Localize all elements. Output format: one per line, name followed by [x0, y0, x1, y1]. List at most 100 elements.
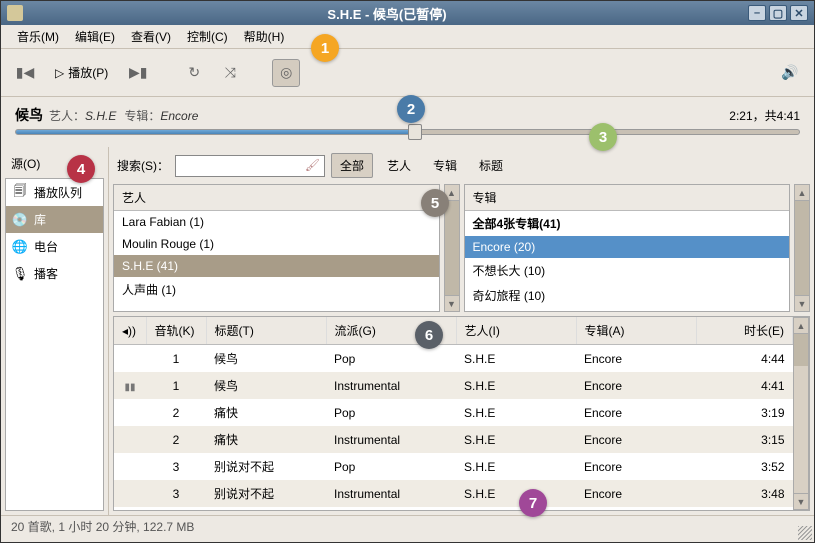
np-artist-label: 艺人：: [49, 107, 85, 124]
source-label: 库: [34, 211, 46, 228]
track-album: Encore: [576, 345, 696, 373]
track-title: 痛快: [206, 426, 326, 453]
source-icon: 🎙: [12, 266, 28, 282]
col-artist[interactable]: 艺人(I): [456, 317, 576, 345]
app-icon: [7, 5, 23, 21]
track-num: 1: [146, 372, 206, 399]
resize-grip[interactable]: [798, 526, 812, 540]
annotation-marker: 4: [67, 155, 95, 183]
menu-view[interactable]: 查看(V): [125, 26, 177, 47]
minimize-button[interactable]: –: [748, 5, 766, 21]
track-genre: Pop: [326, 453, 456, 480]
col-status[interactable]: ◂)): [114, 317, 146, 345]
album-scrollbar[interactable]: ▲ ▼: [794, 184, 810, 312]
progress-bar[interactable]: [1, 129, 814, 147]
status-text: 20 首歌, 1 小时 20 分钟, 122.7 MB: [11, 518, 194, 535]
play-button[interactable]: ▷ 播放(P): [47, 60, 116, 85]
track-row[interactable]: 1 候鸟 Pop S.H.E Encore 4:44: [114, 345, 793, 373]
source-item[interactable]: 🎙 播客: [6, 260, 103, 287]
track-genre: Instrumental: [326, 372, 456, 399]
track-row[interactable]: 3 别说对不起 Instrumental S.H.E Encore 3:48: [114, 480, 793, 507]
previous-button[interactable]: ▮◀: [11, 59, 39, 87]
titlebar[interactable]: S.H.E - 候鸟(已暂停) – ▢ ✕: [1, 1, 814, 25]
artist-item[interactable]: Moulin Rouge (1): [114, 233, 439, 255]
scroll-thumb[interactable]: [795, 201, 809, 295]
np-album-label: 专辑：: [124, 107, 160, 124]
album-item[interactable]: 不想长大 (10): [465, 258, 790, 283]
search-label: 搜索(S)：: [117, 157, 169, 174]
filter-title[interactable]: 标题: [471, 154, 511, 177]
filter-artist[interactable]: 艺人: [379, 154, 419, 177]
np-album: Encore: [160, 109, 198, 123]
source-item[interactable]: 💿库: [6, 206, 103, 233]
annotation-marker: 3: [589, 123, 617, 151]
scroll-thumb[interactable]: [445, 201, 459, 295]
track-genre: Pop: [326, 399, 456, 426]
artist-item[interactable]: Lara Fabian (1): [114, 211, 439, 233]
col-album[interactable]: 专辑(A): [576, 317, 696, 345]
track-row[interactable]: ▮▮ 1 候鸟 Instrumental S.H.E Encore 4:41: [114, 372, 793, 399]
source-label: 播客: [34, 265, 58, 282]
track-artist: S.H.E: [456, 399, 576, 426]
track-status: [114, 480, 146, 507]
scroll-up-icon[interactable]: ▲: [795, 185, 809, 201]
source-item[interactable]: 🗐播放队列: [6, 179, 103, 206]
album-item[interactable]: 全部4张专辑(41): [465, 211, 790, 236]
album-item[interactable]: 奇幻旅程 (10): [465, 283, 790, 308]
filter-all[interactable]: 全部: [331, 153, 373, 178]
track-genre: Pop: [326, 345, 456, 373]
menu-help[interactable]: 帮助(H): [238, 26, 291, 47]
track-row[interactable]: 2 痛快 Pop S.H.E Encore 3:19: [114, 399, 793, 426]
col-title[interactable]: 标题(T): [206, 317, 326, 345]
menu-edit[interactable]: 编辑(E): [69, 26, 121, 47]
annotation-marker: 2: [397, 95, 425, 123]
source-item[interactable]: 🌐电台: [6, 233, 103, 260]
clear-search-icon[interactable]: 🖌: [305, 158, 320, 172]
scroll-up-icon[interactable]: ▲: [794, 318, 808, 334]
track-status: [114, 453, 146, 480]
track-duration: 3:19: [696, 399, 793, 426]
volume-button[interactable]: 🔊: [776, 59, 804, 87]
source-label: 电台: [34, 238, 58, 255]
track-title: 候鸟: [206, 372, 326, 399]
progress-thumb[interactable]: [408, 124, 422, 140]
annotation-marker: 5: [421, 189, 449, 217]
repeat-button[interactable]: ↻: [180, 59, 208, 87]
search-input[interactable]: 🖌: [175, 155, 325, 177]
track-artist: S.H.E: [456, 453, 576, 480]
track-album: Encore: [576, 372, 696, 399]
visualizer-button[interactable]: ◎: [272, 59, 300, 87]
next-button[interactable]: ▶▮: [124, 59, 152, 87]
scroll-down-icon[interactable]: ▼: [445, 295, 459, 311]
track-duration: 4:41: [696, 372, 793, 399]
source-icon: 💿: [12, 212, 28, 228]
track-scrollbar[interactable]: ▲ ▼: [793, 317, 809, 510]
menu-control[interactable]: 控制(C): [181, 26, 234, 47]
track-artist: S.H.E: [456, 426, 576, 453]
scroll-down-icon[interactable]: ▼: [795, 295, 809, 311]
track-genre: Instrumental: [326, 480, 456, 507]
track-genre: Instrumental: [326, 426, 456, 453]
track-duration: 3:52: [696, 453, 793, 480]
artist-header[interactable]: 艺人: [114, 185, 439, 211]
scroll-thumb[interactable]: [794, 334, 808, 366]
artist-item[interactable]: 人声曲 (1): [114, 277, 439, 302]
album-item[interactable]: Encore (20): [465, 236, 790, 258]
source-label: 播放队列: [34, 184, 82, 201]
shuffle-button[interactable]: ⤨: [216, 59, 244, 87]
scroll-down-icon[interactable]: ▼: [794, 493, 808, 509]
maximize-button[interactable]: ▢: [769, 5, 787, 21]
track-header-row: ◂)) 音轨(K) 标题(T) 流派(G) 艺人(I) 专辑(A) 时长(E): [114, 317, 793, 345]
filter-album[interactable]: 专辑: [425, 154, 465, 177]
statusbar: 20 首歌, 1 小时 20 分钟, 122.7 MB: [1, 515, 814, 537]
col-duration[interactable]: 时长(E): [696, 317, 793, 345]
col-track[interactable]: 音轨(K): [146, 317, 206, 345]
track-num: 1: [146, 345, 206, 373]
artist-item[interactable]: S.H.E (41): [114, 255, 439, 277]
track-row[interactable]: 3 别说对不起 Pop S.H.E Encore 3:52: [114, 453, 793, 480]
track-row[interactable]: 2 痛快 Instrumental S.H.E Encore 3:15: [114, 426, 793, 453]
track-status: [114, 426, 146, 453]
close-button[interactable]: ✕: [790, 5, 808, 21]
menu-music[interactable]: 音乐(M): [11, 26, 65, 47]
album-header[interactable]: 专辑: [465, 185, 790, 211]
